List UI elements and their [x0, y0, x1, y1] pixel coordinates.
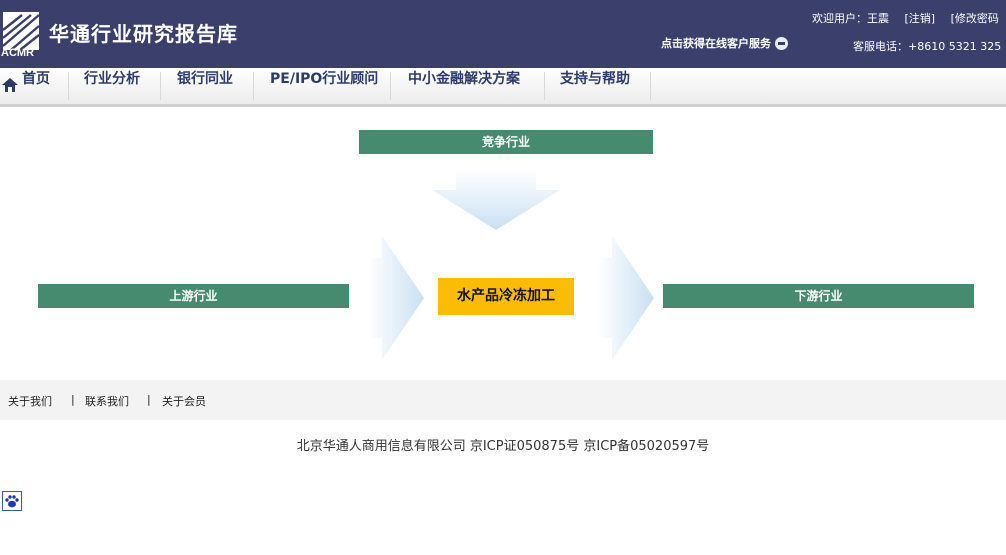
nav-sme-finance[interactable]: 中小金融解决方案 [408, 68, 520, 104]
paw-icon [5, 495, 19, 508]
site-header: ACMR 华通行业研究报告库 欢迎用户：王震 [注销] [修改密码 点击获得在线… [0, 0, 1006, 68]
nav-divider [650, 72, 651, 100]
nav-divider [544, 72, 545, 100]
nav-bank-peer[interactable]: 银行同业 [177, 68, 233, 104]
nav-pe-ipo[interactable]: PE/IPO行业顾问 [270, 68, 378, 104]
main-nav: 首页 行业分析 银行同业 PE/IPO行业顾问 中小金融解决方案 支持与帮助 [0, 68, 1006, 107]
arrow-right-left-icon [368, 236, 424, 360]
hotline: 客服电话：+8610 5321 325 [853, 40, 1002, 53]
change-password-link[interactable]: [修改密码 [951, 12, 999, 25]
center-industry-box: 水产品冷冻加工 [438, 278, 574, 315]
home-icon [2, 78, 18, 92]
footer-separator: | [71, 393, 75, 406]
paw-badge[interactable] [2, 491, 22, 511]
site-title: 华通行业研究报告库 [49, 22, 238, 46]
upstream-industry-bar[interactable]: 上游行业 [38, 284, 349, 308]
service-icon [775, 36, 788, 50]
footer-separator: | [147, 393, 151, 406]
online-service-link[interactable]: 点击获得在线客户服务 [661, 35, 788, 51]
nav-industry-analysis[interactable]: 行业分析 [84, 68, 140, 104]
footer-about-link[interactable]: 关于我们 [8, 393, 52, 409]
nav-divider [390, 72, 391, 100]
downstream-industry-bar[interactable]: 下游行业 [663, 284, 974, 308]
arrow-right-right-icon [598, 236, 654, 360]
footer-contact-link[interactable]: 联系我们 [85, 393, 129, 409]
footer-membership-link[interactable]: 关于会员 [162, 393, 206, 409]
welcome-user: 欢迎用户：王震 [812, 12, 889, 25]
nav-home[interactable]: 首页 [22, 68, 50, 104]
logo-text: ACMR [1, 47, 34, 59]
nav-divider [160, 72, 161, 100]
nav-divider [253, 72, 254, 100]
nav-support[interactable]: 支持与帮助 [560, 68, 630, 104]
logout-link[interactable]: [注销] [905, 12, 936, 25]
service-link-label: 点击获得在线客户服务 [661, 37, 771, 50]
nav-divider [68, 72, 69, 100]
copyright-text: 北京华通人商用信息有限公司 京ICP证050875号 京ICP备05020597… [296, 439, 710, 454]
competing-industry-bar[interactable]: 竞争行业 [359, 130, 653, 154]
footer-links: 关于我们 | 联系我们 | 关于会员 [0, 380, 1006, 420]
arrow-down-icon [432, 170, 560, 230]
welcome-bar: 欢迎用户：王震 [注销] [修改密码 [812, 10, 1006, 26]
